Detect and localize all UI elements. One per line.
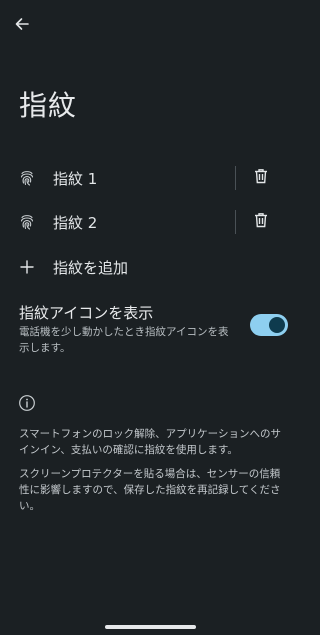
arrow-left-icon [14,16,30,36]
divider [235,166,236,190]
setting-title: 指紋アイコンを表示 [19,304,154,322]
add-fingerprint-button[interactable]: 指紋を追加 [0,245,300,289]
setting-description: 電話機を少し動かしたとき指紋アイコンを表示します。 [19,326,229,354]
info-usage-text: スマートフォンのロック解除、アプリケーションへのサインイン、支払いの確認に指紋を… [19,428,281,456]
fingerprint-settings-screen: 指紋 指紋 1 指紋 2 指紋を追加 指紋アイコンを表示 電話機を少し動かしたと… [0,0,300,635]
fingerprint-icon [17,168,37,188]
divider [235,210,236,234]
info-icon [18,394,36,412]
page-title: 指紋 [19,89,78,122]
trash-icon [254,212,268,232]
show-fingerprint-icon-setting[interactable]: 指紋アイコンを表示 電話機を少し動かしたとき指紋アイコンを表示します。 [0,300,300,360]
show-fingerprint-icon-toggle[interactable] [250,314,288,336]
back-button[interactable] [8,12,36,40]
fingerprint-label: 指紋 1 [53,169,98,188]
fingerprint-label: 指紋 2 [53,213,98,232]
fingerprint-item-2[interactable]: 指紋 2 [0,200,300,244]
delete-fingerprint-2-button[interactable] [249,210,273,234]
delete-fingerprint-1-button[interactable] [249,166,273,190]
plus-icon [17,257,37,277]
fingerprint-item-1[interactable]: 指紋 1 [0,156,300,200]
toggle-knob [269,317,285,333]
home-gesture-bar[interactable] [105,625,196,629]
trash-icon [254,168,268,188]
info-protector-text: スクリーンプロテクターを貼る場合は、センサーの信頼性に影響しますので、保存した指… [19,468,281,512]
add-fingerprint-label: 指紋を追加 [53,258,129,277]
fingerprint-icon [17,212,37,232]
